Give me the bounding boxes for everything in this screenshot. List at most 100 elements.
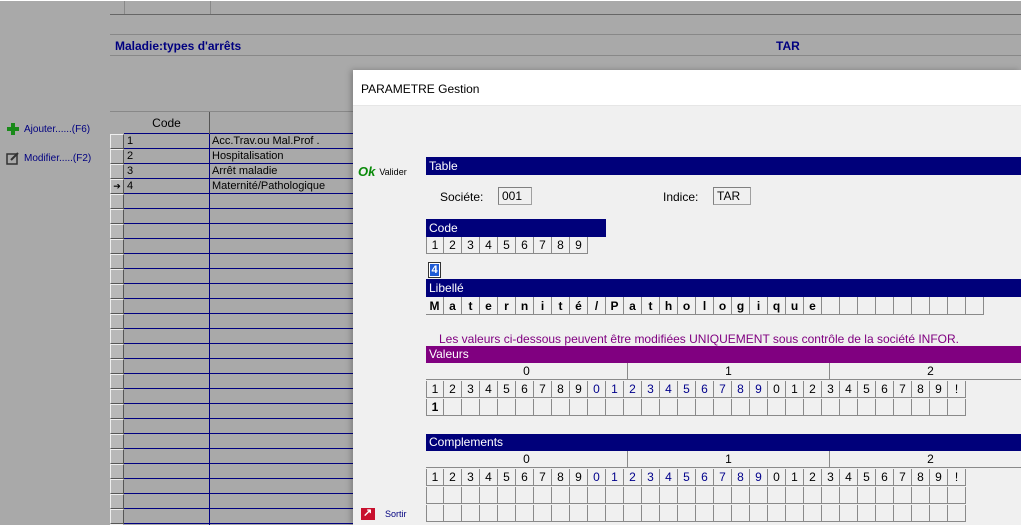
value-input-cell[interactable] xyxy=(462,487,480,504)
value-input-cell[interactable] xyxy=(606,399,624,416)
value-input-cell[interactable] xyxy=(894,505,912,522)
value-input-cell[interactable] xyxy=(480,505,498,522)
value-input-cell[interactable] xyxy=(732,399,750,416)
row-selector[interactable] xyxy=(110,164,124,179)
table-row[interactable] xyxy=(124,254,353,269)
value-input-cell[interactable] xyxy=(444,505,462,522)
value-input-cell[interactable] xyxy=(840,487,858,504)
value-input-cell[interactable] xyxy=(534,399,552,416)
value-input-cell[interactable] xyxy=(858,505,876,522)
value-input-cell[interactable] xyxy=(480,399,498,416)
table-row[interactable] xyxy=(124,329,353,344)
value-input-cell[interactable] xyxy=(462,399,480,416)
value-input-cell[interactable] xyxy=(624,505,642,522)
libelle-char-cell[interactable]: t xyxy=(462,297,480,315)
table-row[interactable] xyxy=(124,224,353,239)
value-input-cell[interactable] xyxy=(642,505,660,522)
row-selector[interactable] xyxy=(110,404,124,419)
value-input-cell[interactable] xyxy=(660,505,678,522)
row-selector[interactable] xyxy=(110,389,124,404)
libelle-char-cell[interactable]: a xyxy=(624,297,642,315)
row-selector[interactable] xyxy=(110,434,124,449)
libelle-char-cell[interactable]: g xyxy=(732,297,750,315)
value-input-cell[interactable] xyxy=(498,505,516,522)
libelle-input[interactable]: Ma t e r n i t é / Pa t h o l o g i q u e xyxy=(426,297,984,315)
table-row[interactable] xyxy=(124,194,353,209)
value-input-cell[interactable] xyxy=(786,487,804,504)
libelle-char-cell[interactable]: M xyxy=(426,297,444,315)
current-row-indicator[interactable]: ➔ xyxy=(110,179,124,194)
libelle-char-cell[interactable] xyxy=(912,297,930,315)
libelle-char-cell[interactable]: e xyxy=(804,297,822,315)
value-input-cell[interactable] xyxy=(768,399,786,416)
libelle-char-cell[interactable]: P xyxy=(606,297,624,315)
row-selector[interactable] xyxy=(110,314,124,329)
libelle-char-cell[interactable]: i xyxy=(534,297,552,315)
value-input-cell[interactable] xyxy=(948,399,966,416)
value-input-cell[interactable] xyxy=(480,487,498,504)
value-input-cell[interactable] xyxy=(660,487,678,504)
libelle-char-cell[interactable] xyxy=(858,297,876,315)
libelle-char-cell[interactable] xyxy=(894,297,912,315)
value-input-cell[interactable] xyxy=(786,399,804,416)
row-selector[interactable] xyxy=(110,194,124,209)
libelle-char-cell[interactable] xyxy=(876,297,894,315)
value-input-cell[interactable] xyxy=(876,487,894,504)
value-input-cell[interactable] xyxy=(714,505,732,522)
validate-button[interactable]: Ok Valider xyxy=(358,164,407,179)
libelle-char-cell[interactable]: o xyxy=(678,297,696,315)
row-selector[interactable] xyxy=(110,284,124,299)
value-input-cell[interactable] xyxy=(876,505,894,522)
libelle-char-cell[interactable]: t xyxy=(552,297,570,315)
table-row[interactable] xyxy=(124,344,353,359)
value-input-cell[interactable] xyxy=(912,487,930,504)
value-input-cell[interactable] xyxy=(570,487,588,504)
table-row[interactable] xyxy=(124,449,353,464)
value-input-cell[interactable] xyxy=(912,399,930,416)
value-input-cell[interactable] xyxy=(714,399,732,416)
libelle-char-cell[interactable] xyxy=(948,297,966,315)
value-input-cell[interactable] xyxy=(894,399,912,416)
libelle-char-cell[interactable]: u xyxy=(786,297,804,315)
row-selector[interactable] xyxy=(110,464,124,479)
value-input-cell[interactable] xyxy=(750,505,768,522)
valeurs-input[interactable]: 1 xyxy=(426,399,966,416)
value-input-cell[interactable] xyxy=(732,487,750,504)
complements-input[interactable] xyxy=(426,487,966,504)
row-selector[interactable] xyxy=(110,149,124,164)
value-input-cell[interactable] xyxy=(426,505,444,522)
libelle-char-cell[interactable]: h xyxy=(660,297,678,315)
libelle-char-cell[interactable]: i xyxy=(750,297,768,315)
table-row[interactable] xyxy=(124,284,353,299)
value-input-cell[interactable] xyxy=(516,505,534,522)
value-input-cell[interactable] xyxy=(804,399,822,416)
value-input-cell[interactable] xyxy=(660,399,678,416)
libelle-char-cell[interactable]: r xyxy=(498,297,516,315)
indice-field[interactable]: TAR xyxy=(713,187,751,205)
value-input-cell[interactable] xyxy=(444,399,462,416)
value-input-cell[interactable] xyxy=(678,505,696,522)
libelle-char-cell[interactable]: q xyxy=(768,297,786,315)
value-input-cell[interactable] xyxy=(786,505,804,522)
value-input-cell[interactable] xyxy=(606,505,624,522)
value-input-cell[interactable] xyxy=(768,505,786,522)
value-input-cell[interactable] xyxy=(462,505,480,522)
row-selector[interactable] xyxy=(110,254,124,269)
table-row[interactable]: 2 Hospitalisation xyxy=(124,149,353,164)
table-row[interactable] xyxy=(124,269,353,284)
value-input-cell[interactable] xyxy=(750,399,768,416)
value-input-cell[interactable] xyxy=(552,399,570,416)
add-button[interactable]: Ajouter......(F6) xyxy=(6,120,90,138)
value-input-cell[interactable] xyxy=(570,399,588,416)
value-input-cell[interactable] xyxy=(444,487,462,504)
value-input-cell[interactable] xyxy=(696,399,714,416)
libelle-char-cell[interactable]: é xyxy=(570,297,588,315)
value-input-cell[interactable] xyxy=(930,505,948,522)
table-row[interactable] xyxy=(124,389,353,404)
row-selector[interactable] xyxy=(110,479,124,494)
libelle-char-cell[interactable]: / xyxy=(588,297,606,315)
value-input-cell[interactable] xyxy=(498,399,516,416)
table-row[interactable] xyxy=(124,434,353,449)
libelle-char-cell[interactable]: t xyxy=(642,297,660,315)
value-input-cell[interactable] xyxy=(588,399,606,416)
